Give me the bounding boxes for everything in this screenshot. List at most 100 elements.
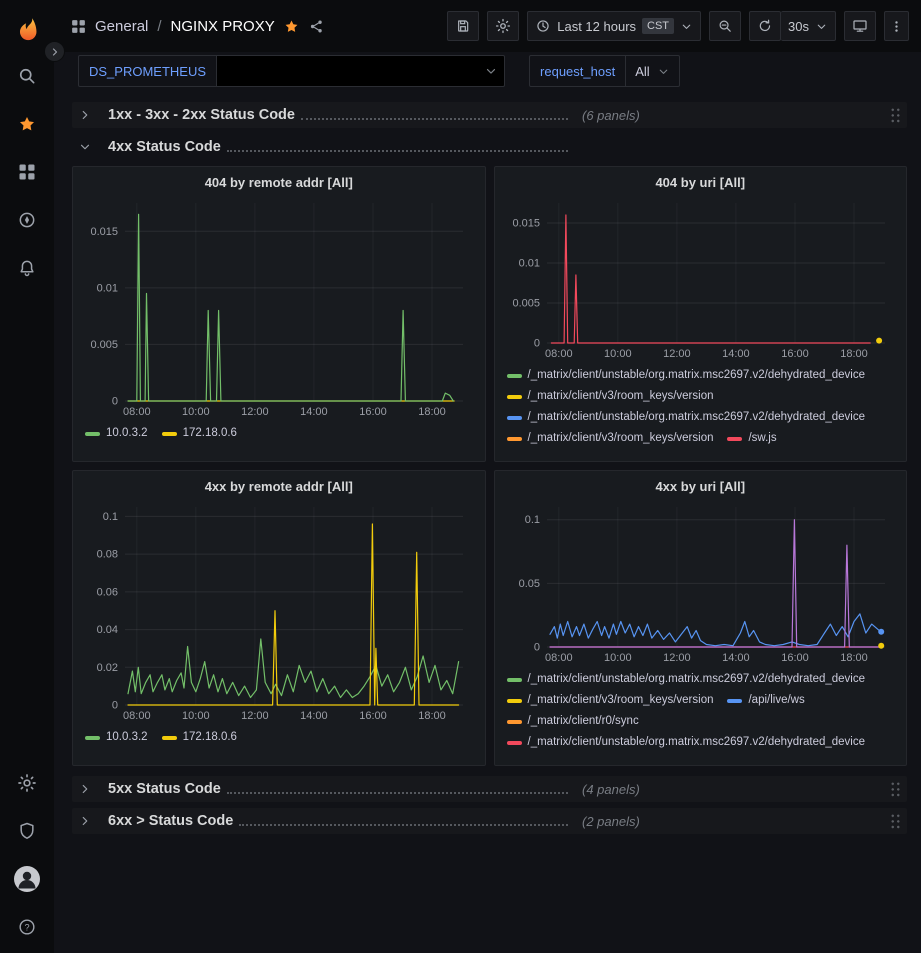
request-host-variable: request_host All xyxy=(529,55,680,87)
svg-text:0.005: 0.005 xyxy=(512,298,540,310)
grafana-logo[interactable] xyxy=(12,8,42,52)
refresh-button[interactable] xyxy=(749,11,781,41)
save-dashboard-button[interactable] xyxy=(447,11,479,41)
panel-404-by-remote-addr: 404 by remote addr [All] 00.0050.010.015… xyxy=(72,166,486,462)
legend-item[interactable]: /api/live/ws xyxy=(727,690,804,711)
panel-title[interactable]: 4xx by uri [All] xyxy=(505,475,897,499)
main-area: General / NGINX PROXY xyxy=(54,0,921,953)
legend-item[interactable]: /_matrix/client/unstable/org.matrix.msc2… xyxy=(507,669,866,690)
svg-text:08:00: 08:00 xyxy=(545,348,573,360)
chevron-right-icon xyxy=(78,782,92,796)
legend-series-marker xyxy=(85,432,100,436)
sidebar-item-explore[interactable] xyxy=(0,196,54,244)
sidebar-item-alerting[interactable] xyxy=(0,244,54,292)
svg-text:0: 0 xyxy=(112,396,118,408)
sidebar-item-starred[interactable] xyxy=(0,100,54,148)
legend-series-marker xyxy=(162,736,177,740)
legend-series-label: /_matrix/client/v3/room_keys/version xyxy=(528,386,714,407)
drag-handle[interactable] xyxy=(890,107,901,124)
breadcrumb-folder[interactable]: General xyxy=(95,18,148,35)
legend-series-label: /_matrix/client/unstable/org.matrix.msc2… xyxy=(528,669,866,690)
svg-text:12:00: 12:00 xyxy=(663,348,691,360)
chart-svg: 00.050.108:0010:0012:0014:0016:0018:00 xyxy=(505,499,897,665)
variables-bar: DS_PROMETHEUS request_host All xyxy=(54,52,921,90)
time-range-picker[interactable]: Last 12 hours CST xyxy=(527,11,701,41)
svg-text:12:00: 12:00 xyxy=(663,652,691,664)
svg-text:10:00: 10:00 xyxy=(182,406,210,418)
chevron-right-icon xyxy=(78,108,92,122)
row-6xx[interactable]: 6xx > Status Code (2 panels) xyxy=(72,808,907,834)
legend-series-marker xyxy=(507,395,522,399)
sidebar-item-configuration[interactable] xyxy=(0,759,54,807)
legend-item[interactable]: /sw.js xyxy=(727,428,776,449)
more-options-button[interactable] xyxy=(884,11,909,41)
legend-item[interactable]: /_matrix/client/v3/room_keys/version xyxy=(507,386,714,407)
legend-series-label: 172.18.0.6 xyxy=(183,423,237,444)
sidebar-item-server-admin[interactable] xyxy=(0,807,54,855)
legend-item[interactable]: 10.0.3.2 xyxy=(85,423,148,444)
dashboard-content: 1xx - 3xx - 2xx Status Code (6 panels) 4… xyxy=(54,90,921,953)
panel-title[interactable]: 404 by remote addr [All] xyxy=(83,171,475,195)
datasource-variable-dropdown[interactable] xyxy=(217,55,505,87)
svg-text:0.1: 0.1 xyxy=(103,511,118,523)
row-dotted-leader xyxy=(301,118,568,120)
svg-text:0.01: 0.01 xyxy=(518,258,539,270)
panel-title[interactable]: 4xx by remote addr [All] xyxy=(83,475,475,499)
request-host-variable-label: request_host xyxy=(529,55,626,87)
sidebar-item-profile[interactable] xyxy=(0,855,54,903)
legend-item[interactable]: /_matrix/client/unstable/org.matrix.msc2… xyxy=(507,365,866,386)
svg-text:10:00: 10:00 xyxy=(604,652,632,664)
time-series-chart[interactable]: 00.0050.010.01508:0010:0012:0014:0016:00… xyxy=(83,195,475,419)
zoom-out-icon xyxy=(717,18,733,34)
chevron-down-icon xyxy=(815,20,828,33)
request-host-variable-dropdown[interactable]: All xyxy=(626,55,679,87)
legend-series-marker xyxy=(727,437,742,441)
time-series-chart[interactable]: 00.020.040.060.080.108:0010:0012:0014:00… xyxy=(83,499,475,723)
refresh-group: 30s xyxy=(749,11,836,41)
row-title-block: 5xx Status Code xyxy=(100,781,574,797)
legend-series-label: /_matrix/client/unstable/org.matrix.msc2… xyxy=(528,407,866,428)
time-series-chart[interactable]: 00.0050.010.01508:0010:0012:0014:0016:00… xyxy=(505,195,897,361)
drag-handle[interactable] xyxy=(890,813,901,830)
sidebar-item-search[interactable] xyxy=(0,52,54,100)
sidebar-expand-button[interactable] xyxy=(44,41,65,62)
share-icon[interactable] xyxy=(308,18,325,35)
gear-icon xyxy=(495,18,511,34)
row-1xx-3xx-2xx[interactable]: 1xx - 3xx - 2xx Status Code (6 panels) xyxy=(72,102,907,128)
zoom-out-button[interactable] xyxy=(709,11,741,41)
svg-text:16:00: 16:00 xyxy=(359,710,387,722)
legend-item[interactable]: /_matrix/client/v3/room_keys/version xyxy=(507,428,714,449)
dashboard-title[interactable]: NGINX PROXY xyxy=(171,18,275,35)
cycle-view-mode-button[interactable] xyxy=(844,11,876,41)
clock-icon xyxy=(535,18,551,34)
panel-title[interactable]: 404 by uri [All] xyxy=(505,171,897,195)
legend-series-marker xyxy=(507,437,522,441)
row-4xx[interactable]: 4xx Status Code xyxy=(72,134,907,160)
refresh-interval-dropdown[interactable]: 30s xyxy=(781,11,836,41)
sidebar-item-dashboards[interactable] xyxy=(0,148,54,196)
legend-item[interactable]: 172.18.0.6 xyxy=(162,727,237,748)
svg-text:08:00: 08:00 xyxy=(123,710,151,722)
legend-item[interactable]: /_matrix/client/r0/sync xyxy=(507,711,639,732)
time-series-chart[interactable]: 00.050.108:0010:0012:0014:0016:0018:00 xyxy=(505,499,897,665)
legend-item[interactable]: 172.18.0.6 xyxy=(162,423,237,444)
drag-handle[interactable] xyxy=(890,781,901,798)
legend-item[interactable]: /_matrix/client/v3/room_keys/version xyxy=(507,690,714,711)
svg-text:08:00: 08:00 xyxy=(123,406,151,418)
row-5xx[interactable]: 5xx Status Code (4 panels) xyxy=(72,776,907,802)
row-title-block: 6xx > Status Code xyxy=(100,813,574,829)
svg-text:18:00: 18:00 xyxy=(840,348,868,360)
legend-item[interactable]: 10.0.3.2 xyxy=(85,727,148,748)
legend-series-marker xyxy=(507,416,522,420)
row-title: 6xx > Status Code xyxy=(108,813,233,829)
favorite-star-icon[interactable] xyxy=(283,18,300,35)
legend-item[interactable]: /_matrix/client/unstable/org.matrix.msc2… xyxy=(507,407,866,428)
dashboard-settings-button[interactable] xyxy=(487,11,519,41)
svg-text:0.005: 0.005 xyxy=(90,339,118,351)
svg-text:0.05: 0.05 xyxy=(518,578,539,590)
legend-series-label: /_matrix/client/unstable/org.matrix.msc2… xyxy=(528,732,866,753)
sidebar-item-help[interactable]: ? xyxy=(0,903,54,951)
apps-icon xyxy=(17,162,37,182)
legend-series-marker xyxy=(507,678,522,682)
legend-item[interactable]: /_matrix/client/unstable/org.matrix.msc2… xyxy=(507,732,866,753)
